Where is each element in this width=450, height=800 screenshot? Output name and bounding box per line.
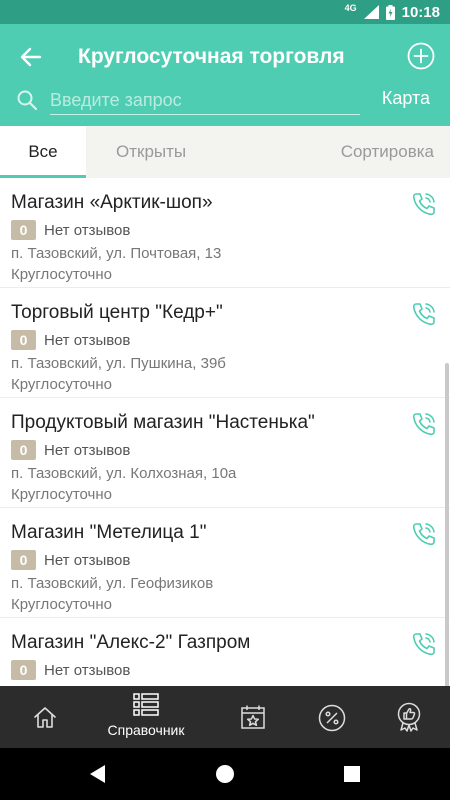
- signal-icon: [363, 5, 379, 19]
- rating-badge: 0: [11, 550, 36, 570]
- nav-directory-label: Справочник: [107, 722, 185, 738]
- filter-tabs: Все Открыты Сортировка: [0, 126, 450, 178]
- nav-directory[interactable]: Справочник: [101, 686, 191, 748]
- item-hours: Круглосуточно: [11, 596, 112, 613]
- map-button[interactable]: Карта: [382, 88, 430, 109]
- home-icon: [34, 707, 56, 728]
- bottom-nav: Справочник: [0, 686, 450, 748]
- home-circle-icon[interactable]: [213, 762, 237, 786]
- rating-badge: 0: [11, 660, 36, 680]
- list-item[interactable]: Торговый центр "Кедр+" 0 Нет отзывов п. …: [0, 288, 450, 398]
- add-circle-icon[interactable]: [406, 41, 436, 71]
- list-item[interactable]: Магазин "Алекс-2" Газпром 0 Нет отзывов: [0, 618, 450, 686]
- item-title: Магазин «Арктик-шоп»: [11, 192, 213, 213]
- rating-badge: 0: [11, 220, 36, 240]
- reviews-count: Нет отзывов: [44, 661, 131, 679]
- rating-row: 0 Нет отзывов: [11, 660, 450, 680]
- reviews-count: Нет отзывов: [44, 441, 131, 459]
- nav-awards[interactable]: [364, 686, 450, 748]
- tab-all[interactable]: Все: [0, 126, 86, 178]
- percent-icon: [318, 704, 346, 732]
- nav-events[interactable]: [208, 686, 298, 748]
- status-icons: 4G 10:18: [345, 0, 440, 24]
- list-item[interactable]: Магазин "Метелица 1" 0 Нет отзывов п. Та…: [0, 508, 450, 618]
- phone-call-icon[interactable]: [410, 300, 438, 328]
- nav-home[interactable]: [0, 686, 90, 748]
- item-title: Магазин "Метелица 1": [11, 522, 207, 543]
- item-title: Продуктовый магазин "Настенька": [11, 412, 315, 433]
- list-item[interactable]: Продуктовый магазин "Настенька" 0 Нет от…: [0, 398, 450, 508]
- rating-row: 0 Нет отзывов: [11, 550, 450, 570]
- item-title: Магазин "Алекс-2" Газпром: [11, 632, 251, 653]
- item-title: Торговый центр "Кедр+": [11, 302, 223, 323]
- battery-charging-icon: [385, 4, 395, 20]
- clock: 10:18: [401, 3, 440, 21]
- system-nav-bar: [0, 748, 450, 800]
- item-hours: Круглосуточно: [11, 376, 112, 393]
- item-address: п. Тазовский, ул. Пушкина, 39б: [11, 355, 226, 372]
- phone-call-icon[interactable]: [410, 520, 438, 548]
- item-address: п. Тазовский, ул. Почтовая, 13: [11, 245, 222, 262]
- tab-sort[interactable]: Сортировка: [341, 126, 434, 178]
- rating-row: 0 Нет отзывов: [11, 220, 450, 240]
- status-bar: 4G 10:18: [0, 0, 450, 24]
- directory-list-icon: [133, 693, 159, 716]
- reviews-count: Нет отзывов: [44, 331, 131, 349]
- rating-row: 0 Нет отзывов: [11, 330, 450, 350]
- business-list: Магазин «Арктик-шоп» 0 Нет отзывов п. Та…: [0, 178, 450, 686]
- phone-call-icon[interactable]: [410, 190, 438, 218]
- rating-badge: 0: [11, 440, 36, 460]
- item-hours: Круглосуточно: [11, 266, 112, 283]
- item-hours: Круглосуточно: [11, 486, 112, 503]
- calendar-star-icon: [241, 705, 265, 729]
- item-address: п. Тазовский, ул. Геофизиков: [11, 575, 214, 592]
- network-type: 4G: [344, 3, 357, 13]
- rating-row: 0 Нет отзывов: [11, 440, 450, 460]
- rating-badge: 0: [11, 330, 36, 350]
- reviews-count: Нет отзывов: [44, 551, 131, 569]
- back-arrow-icon[interactable]: [16, 42, 46, 72]
- search-input[interactable]: [50, 87, 360, 115]
- phone-call-icon[interactable]: [410, 410, 438, 438]
- list-item[interactable]: Магазин «Арктик-шоп» 0 Нет отзывов п. Та…: [0, 178, 450, 288]
- award-thumb-icon: [397, 702, 421, 732]
- search-icon: [17, 90, 38, 111]
- app-header: Круглосуточная торговля Карта: [0, 24, 450, 126]
- phone-call-icon[interactable]: [410, 630, 438, 658]
- list-scrollbar[interactable]: [445, 363, 449, 686]
- back-triangle-icon[interactable]: [86, 762, 110, 786]
- recents-square-icon[interactable]: [340, 762, 364, 786]
- reviews-count: Нет отзывов: [44, 221, 131, 239]
- item-address: п. Тазовский, ул. Колхозная, 10а: [11, 465, 237, 482]
- page-title: Круглосуточная торговля: [78, 45, 345, 68]
- tab-open[interactable]: Открыты: [116, 126, 186, 178]
